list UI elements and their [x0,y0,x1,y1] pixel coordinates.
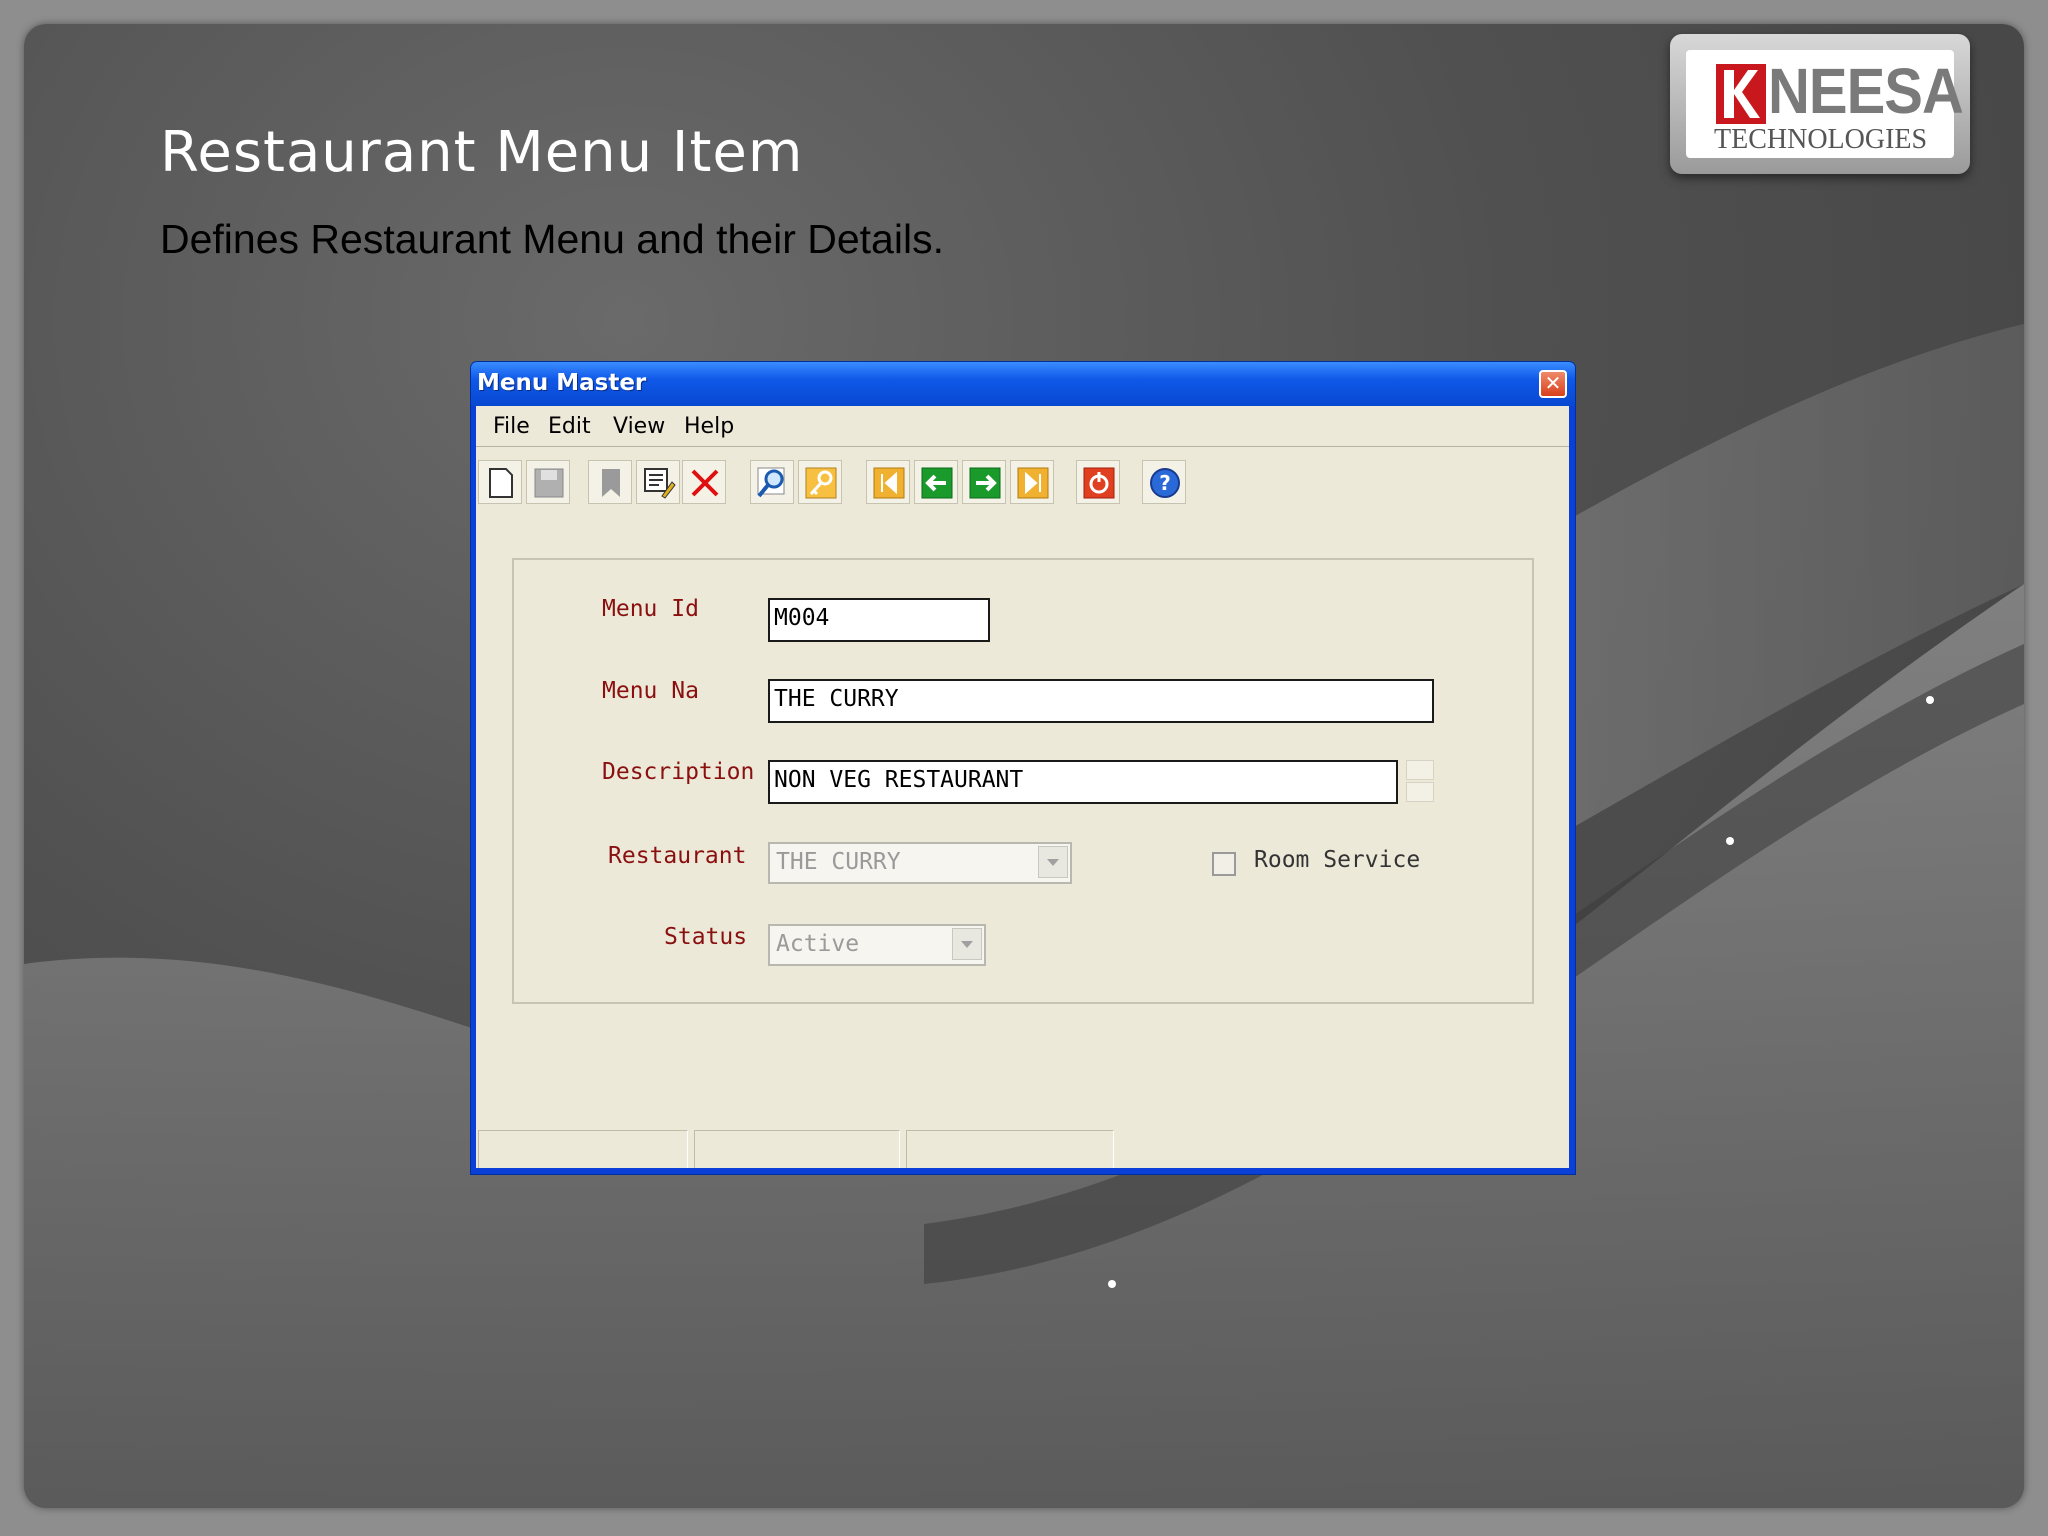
find-icon [757,467,785,498]
toolbar: ? [476,448,1569,508]
description-field[interactable]: NON VEG RESTAURANT [768,760,1398,804]
window-client-area: File Edit View Help ? Menu Id M004 Menu … [476,406,1569,1168]
room-service-checkbox[interactable] [1212,852,1236,876]
last-record-icon [1017,467,1049,499]
slide-subtitle: Defines Restaurant Menu and their Detail… [160,216,944,262]
exit-icon [1083,467,1115,499]
next-record-icon [969,467,1001,499]
restaurant-label: Restaurant [608,843,747,869]
description-spin[interactable] [1406,760,1434,802]
bookmark-icon [602,469,620,497]
menu-id-label: Menu Id [602,596,699,622]
status-pane-2 [694,1130,900,1168]
status-select[interactable]: Active [768,924,986,966]
save-button[interactable] [526,460,570,504]
help-icon: ? [1150,468,1180,498]
logo-tagline: TECHNOLOGIES [1714,124,1928,155]
menu-name-label: Menu Na [602,678,699,704]
window-titlebar[interactable]: Menu Master ✕ [471,362,1575,406]
restaurant-value: THE CURRY [776,849,901,875]
svg-text:?: ? [1159,471,1171,495]
new-button[interactable] [478,460,522,504]
restaurant-select[interactable]: THE CURRY [768,842,1072,884]
room-service-label: Room Service [1254,847,1421,873]
menu-name-field[interactable]: THE CURRY [768,679,1434,723]
edit-button[interactable] [636,460,680,504]
description-label: Description [602,759,755,785]
menu-master-window: Menu Master ✕ File Edit View Help ? Menu… [471,362,1575,1174]
next-record-button[interactable] [962,460,1006,504]
status-value: Active [776,931,860,957]
scroll-down-icon[interactable] [1406,782,1434,802]
scroll-up-icon[interactable] [1406,760,1434,780]
edit-icon [644,468,676,499]
exit-button[interactable] [1076,460,1120,504]
new-icon [489,468,513,498]
status-pane-3 [906,1130,1114,1168]
status-pane-1 [478,1130,688,1168]
key-icon [805,467,837,499]
menu-bar: File Edit View Help [476,406,1569,447]
bookmark-button[interactable] [588,460,632,504]
logo-mark-icon [1716,64,1766,124]
chevron-down-icon[interactable] [1038,846,1068,878]
menu-view[interactable]: View [613,414,665,439]
menu-file[interactable]: File [493,414,530,439]
save-icon [534,468,564,498]
menu-id-field[interactable]: M004 [768,598,990,642]
menu-details-group: Menu Id M004 Menu Na THE CURRY Descripti… [512,558,1534,1004]
window-title: Menu Master [477,370,647,396]
status-bar [476,1130,1569,1168]
previous-record-icon [921,467,953,499]
close-button[interactable]: ✕ [1539,370,1567,398]
previous-record-button[interactable] [914,460,958,504]
chevron-down-icon[interactable] [952,928,982,960]
slide-title: Restaurant Menu Item [160,120,804,185]
status-label: Status [664,924,748,950]
key-button[interactable] [798,460,842,504]
last-record-button[interactable] [1010,460,1054,504]
company-logo: NEESA TECHNOLOGIES [1670,34,1970,174]
help-button[interactable]: ? [1142,460,1186,504]
menu-help[interactable]: Help [684,414,734,439]
delete-icon [691,469,719,497]
find-button[interactable] [750,460,794,504]
first-record-button[interactable] [866,460,910,504]
delete-button[interactable] [682,460,726,504]
menu-edit[interactable]: Edit [548,414,591,439]
logo-word: NEESA [1768,55,1964,128]
first-record-icon [873,467,905,499]
